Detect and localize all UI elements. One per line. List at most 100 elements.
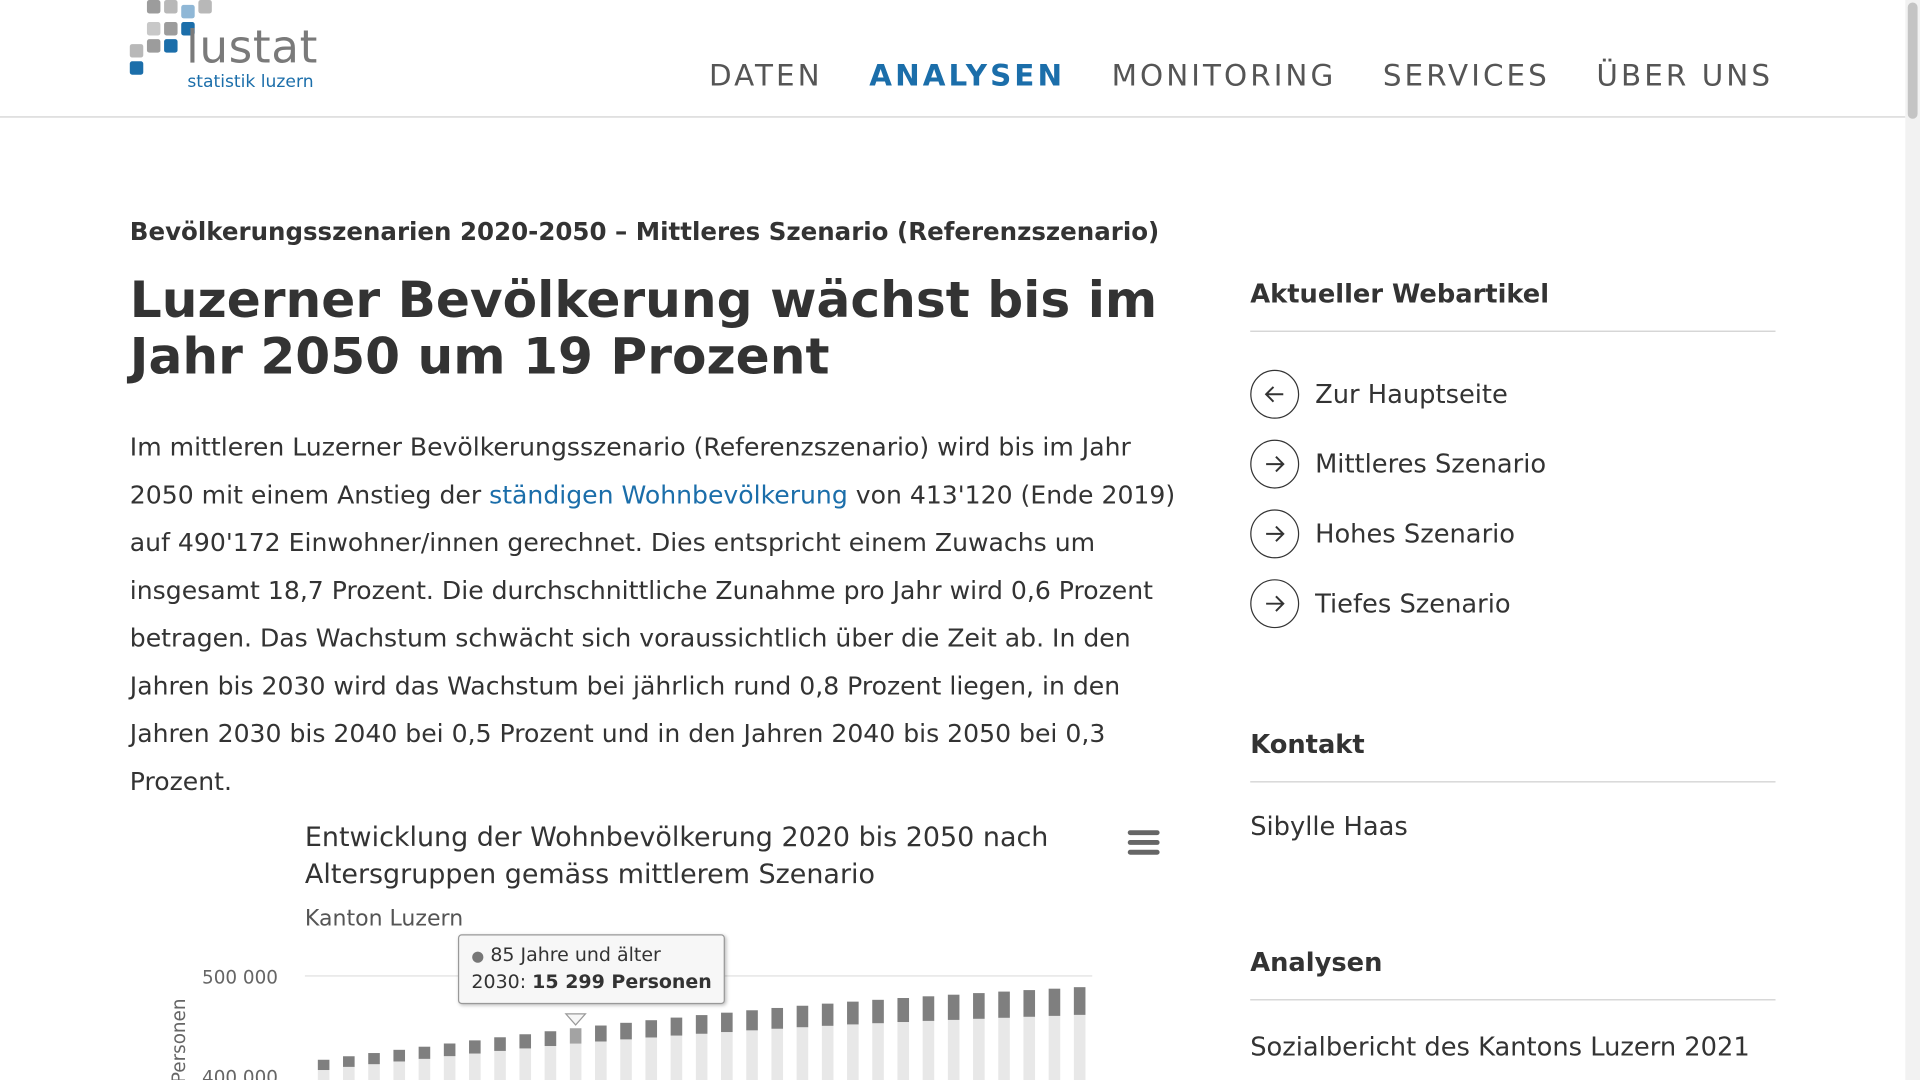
bar-segment-other xyxy=(494,1050,506,1080)
bar-segment-85plus xyxy=(821,1003,834,1026)
bar-segment-85plus xyxy=(519,1034,532,1049)
bar-segment-other xyxy=(821,1025,834,1080)
page-scrollbar[interactable] xyxy=(1905,0,1920,1080)
bar-segment-85plus xyxy=(317,1059,330,1071)
bar-segment-85plus xyxy=(847,1001,859,1025)
nav-daten[interactable]: DATEN xyxy=(709,59,823,93)
tooltip-value: 15 299 Personen xyxy=(532,971,712,994)
logo-wordmark: lustat xyxy=(186,20,319,74)
bar-segment-85plus xyxy=(796,1005,809,1028)
bar-segment-85plus xyxy=(393,1049,406,1062)
bar-segment-85plus xyxy=(494,1037,506,1051)
bar-segment-other xyxy=(1048,1015,1061,1080)
lustat-logo[interactable]: lustat statistik luzern xyxy=(129,0,338,100)
nav-services[interactable]: SERVICES xyxy=(1383,59,1550,93)
bar-segment-85plus xyxy=(771,1007,784,1029)
bar-segment-other xyxy=(695,1033,708,1080)
chart-title: Entwicklung der Wohnbevölkerung 2020 bis… xyxy=(304,822,1049,891)
bar-segment-other xyxy=(645,1037,658,1080)
analyses-link[interactable]: Sozialbericht des Kantons Luzern 2021 xyxy=(1250,1032,1775,1061)
bar-segment-other xyxy=(897,1022,910,1080)
nav-ueber-uns[interactable]: ÜBER UNS xyxy=(1596,59,1773,93)
bar-segment-85plus xyxy=(1073,987,1086,1015)
bar-segment-other xyxy=(1073,1014,1086,1080)
bar-segment-85plus xyxy=(998,991,1010,1018)
bar-segment-85plus xyxy=(595,1025,607,1042)
bar-segment-85plus xyxy=(620,1022,632,1040)
sidebar-link-label: Tiefes Szenario xyxy=(1315,588,1511,618)
sidebar-contact: Kontakt Sibylle Haas xyxy=(1250,730,1776,841)
bar-segment-85plus xyxy=(443,1043,456,1057)
bar-segment-85plus xyxy=(1048,988,1061,1016)
sidebar-link-tiefes[interactable]: Tiefes Szenario xyxy=(1250,568,1775,638)
bar-segment-other xyxy=(519,1048,532,1080)
bar-segment-other xyxy=(317,1070,330,1080)
hamburger-menu-icon[interactable] xyxy=(1127,830,1160,857)
sidebar-link-hohes[interactable]: Hohes Szenario xyxy=(1250,498,1775,568)
y-tick-label: 400 000 xyxy=(202,1068,278,1080)
bar-segment-other xyxy=(796,1027,809,1080)
bar-segment-85plus xyxy=(947,994,960,1020)
sidebar-link-mittleres[interactable]: Mittleres Szenario xyxy=(1250,429,1775,499)
y-tick-label: 500 000 xyxy=(202,967,278,988)
bar-segment-other xyxy=(469,1053,481,1080)
main-navigation: DATEN ANALYSEN MONITORING SERVICES ÜBER … xyxy=(662,59,1773,93)
chart-subtitle: Kanton Luzern xyxy=(304,906,464,932)
scrollbar-thumb[interactable] xyxy=(1907,2,1918,119)
sidebar-link-label: Zur Hauptseite xyxy=(1315,378,1508,409)
bar-segment-other xyxy=(595,1041,607,1080)
sidebar-link-label: Mittleres Szenario xyxy=(1315,448,1547,479)
sidebar-heading-current: Aktueller Webartikel xyxy=(1250,279,1776,332)
bar-segment-other xyxy=(973,1018,985,1080)
contact-name[interactable]: Sibylle Haas xyxy=(1250,812,1775,841)
y-axis-label: Personen xyxy=(169,999,190,1080)
article-body: Im mittleren Luzerner Bevölkerungsszenar… xyxy=(130,424,1195,806)
bar-segment-85plus xyxy=(368,1053,380,1065)
bar-segment-other xyxy=(721,1032,733,1080)
body-text-part2: von 413'120 (Ende 2019) auf 490'172 Einw… xyxy=(129,480,1176,796)
bar-segment-other xyxy=(418,1058,431,1080)
wohnbevoelkerung-link[interactable]: ständigen Wohnbevölkerung xyxy=(489,480,848,509)
bar-segment-85plus xyxy=(973,993,985,1019)
bar-segment-85plus xyxy=(746,1010,758,1031)
bar-segment-85plus xyxy=(721,1012,733,1033)
bar-segment-85plus xyxy=(872,999,884,1024)
bar-segment-85plus xyxy=(695,1015,708,1034)
bar-segment-85plus xyxy=(1023,990,1036,1017)
page-title: Luzerner Bevölkerung wächst bis im Jahr … xyxy=(129,270,1158,386)
population-chart: 500 000 400 000 Personen Entwicklung der W… xyxy=(130,808,1183,1080)
bar-segment-other xyxy=(771,1028,784,1080)
sidebar-analyses: Analysen Sozialbericht des Kantons Luzer… xyxy=(1250,948,1776,1062)
tooltip-pointer xyxy=(564,1013,587,1026)
bar-segment-85plus xyxy=(645,1020,658,1038)
tooltip-year: 2030: xyxy=(471,971,533,994)
bar-segment-85plus xyxy=(670,1017,683,1036)
sidebar-link-hauptseite[interactable]: Zur Hauptseite xyxy=(1250,359,1775,429)
arrow-left-circle-icon xyxy=(1250,369,1300,419)
bar-segment-85plus xyxy=(418,1046,431,1059)
sidebar-heading-contact: Kontakt xyxy=(1250,730,1776,783)
site-header: lustat statistik luzern DATEN ANALYSEN M… xyxy=(0,0,1906,118)
sidebar-link-label: Hohes Szenario xyxy=(1315,518,1516,548)
bar-segment-other xyxy=(393,1061,406,1080)
arrow-right-circle-icon xyxy=(1250,578,1300,628)
bar-segment-other xyxy=(544,1046,557,1080)
bar-segment-other xyxy=(922,1020,935,1080)
chart-tooltip: ● 85 Jahre und älter 2030: 15 299 Person… xyxy=(457,934,726,1005)
bar-segment-other xyxy=(1023,1016,1036,1080)
tooltip-series: 85 Jahre und älter xyxy=(490,944,661,967)
bar-segment-85plus xyxy=(469,1040,481,1054)
arrow-right-circle-icon xyxy=(1250,508,1300,558)
nav-monitoring[interactable]: MONITORING xyxy=(1112,59,1337,93)
bar-segment-other xyxy=(620,1039,632,1080)
bar-segment-other xyxy=(569,1043,582,1080)
bar-segment-other xyxy=(343,1066,355,1080)
bar-segment-85plus xyxy=(544,1031,557,1047)
article-kicker: Bevölkerungsszenarien 2020-2050 – Mittle… xyxy=(129,216,1160,247)
bar-segment-other xyxy=(670,1035,683,1080)
sidebar-current-article: Aktueller Webartikel Zur Hauptseite Mitt… xyxy=(1250,279,1776,638)
bar-segment-other xyxy=(443,1056,456,1080)
sidebar-heading-analyses: Analysen xyxy=(1250,948,1776,1001)
nav-analysen[interactable]: ANALYSEN xyxy=(869,59,1065,93)
logo-subtitle: statistik luzern xyxy=(187,72,314,92)
